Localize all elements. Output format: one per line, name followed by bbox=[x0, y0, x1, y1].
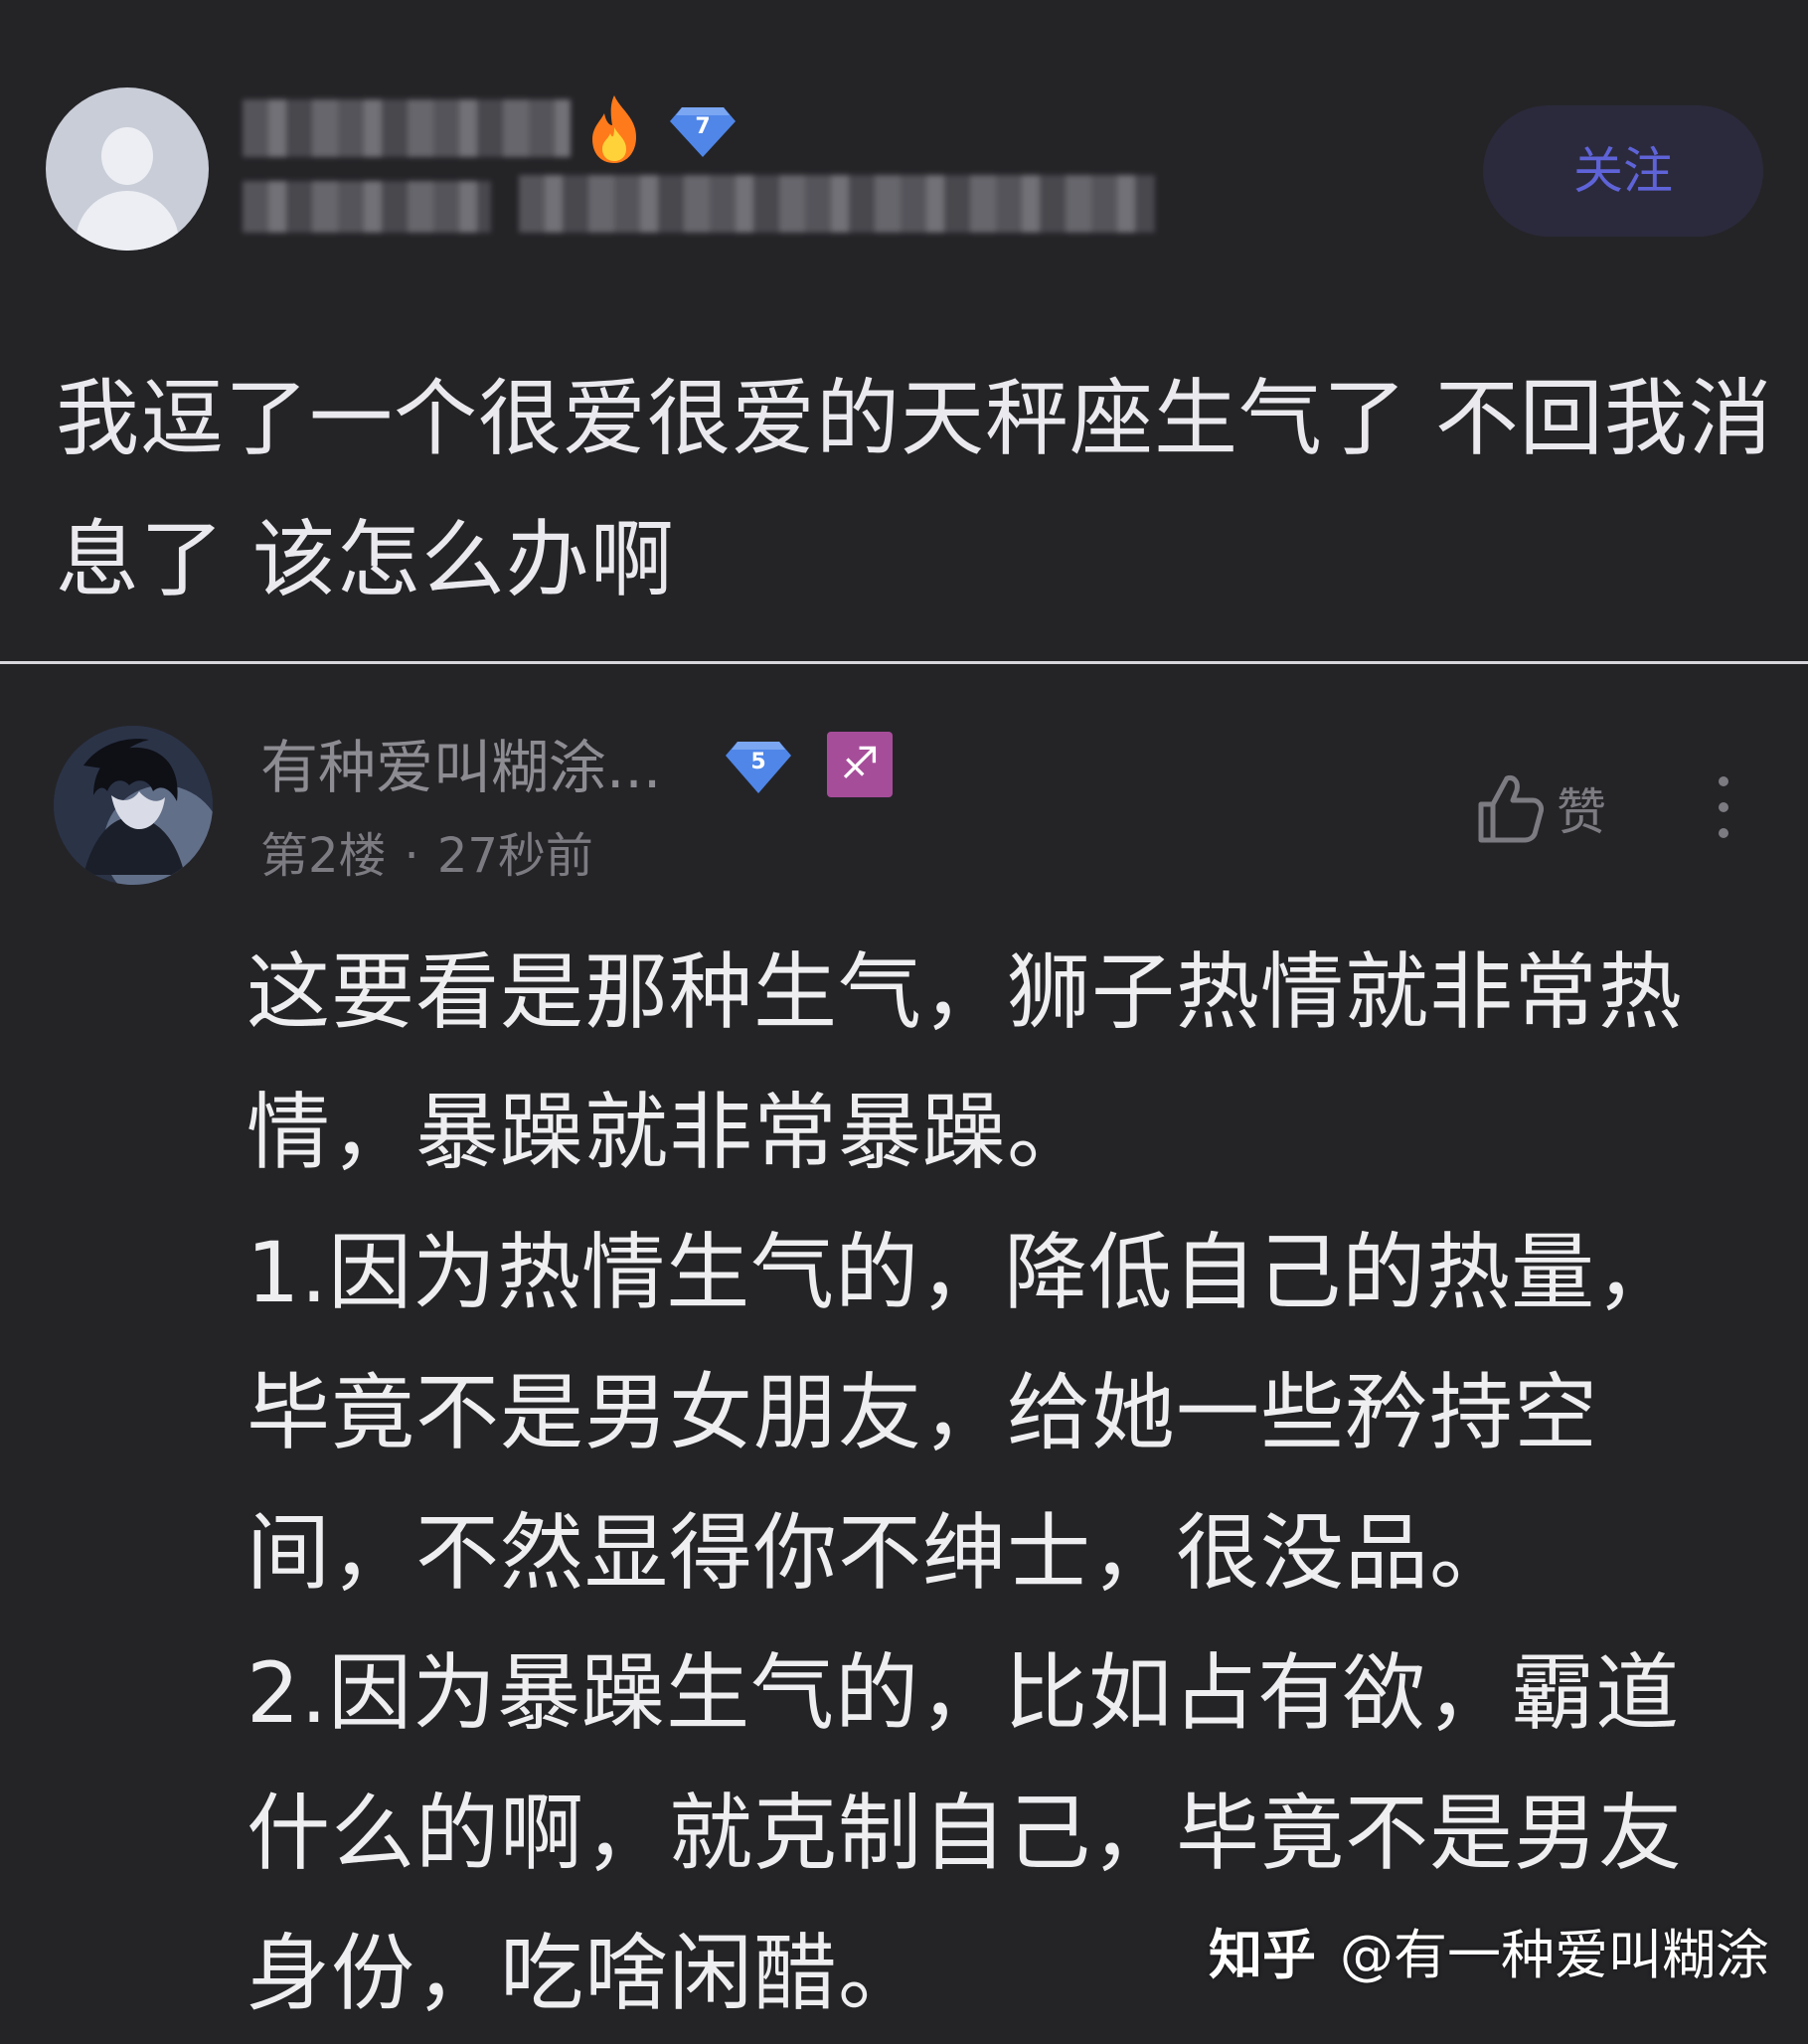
avatar-head-shape bbox=[101, 127, 153, 185]
watermark-handle: @有一种爱叫糊涂 bbox=[1340, 1924, 1769, 1986]
reply-line: 间，不然显得你不绅士，很没品。 bbox=[247, 1504, 1515, 1602]
more-vertical-icon bbox=[1719, 776, 1728, 838]
reply-user-level-badge: 5 bbox=[724, 738, 793, 795]
reply-meta: 第2楼 · 27秒前 bbox=[260, 823, 593, 889]
post-author-avatar[interactable] bbox=[46, 87, 209, 251]
fire-icon bbox=[586, 93, 642, 165]
reply-username[interactable]: 有种爱叫糊涂... bbox=[260, 730, 661, 805]
more-options-button[interactable] bbox=[1704, 767, 1743, 847]
reply-line: 这要看是那种生气，狮子热情就非常热 bbox=[247, 943, 1684, 1041]
reply-line: 毕竟不是男女朋友，给她一些矜持空 bbox=[247, 1364, 1599, 1461]
zhihu-watermark: 知乎 @有一种爱叫糊涂 bbox=[1209, 1921, 1769, 1990]
author-level-badge: 7 bbox=[668, 103, 738, 159]
like-label: 赞 bbox=[1557, 783, 1606, 841]
watermark-brand: 知乎 bbox=[1209, 1924, 1316, 1986]
avatar-body-shape bbox=[76, 191, 179, 251]
reply-floor: 第2楼 bbox=[260, 828, 387, 884]
post-author-info-redacted bbox=[243, 181, 491, 233]
meta-separator: · bbox=[404, 828, 419, 884]
section-divider bbox=[0, 661, 1808, 664]
reply-line: 2.因为暴躁生气的，比如占有欲，霸道 bbox=[247, 1644, 1681, 1742]
thumbs-up-icon bbox=[1478, 775, 1544, 843]
reply-line: 1.因为热情生气的，降低自己的热量， bbox=[247, 1224, 1681, 1321]
reply-user-level-number: 5 bbox=[750, 750, 765, 774]
reply-line: 情，暴躁就非常暴躁。 bbox=[247, 1084, 1092, 1181]
reply-text: 这要看是那种生气，狮子热情就非常热 情，暴躁就非常暴躁。 1.因为热情生气的，降… bbox=[247, 923, 1782, 2044]
reply-author-avatar[interactable] bbox=[54, 726, 213, 885]
post-author-name-redacted bbox=[243, 99, 571, 157]
reply-line: 什么的啊，就克制自己，毕竟不是男友 bbox=[247, 1785, 1684, 1882]
reply-time: 27秒前 bbox=[436, 828, 593, 884]
sagittarius-icon: ♐ bbox=[827, 732, 893, 797]
like-button[interactable]: 赞 bbox=[1475, 764, 1606, 853]
follow-button[interactable]: 关注 bbox=[1483, 105, 1763, 237]
author-level-number: 7 bbox=[695, 114, 710, 139]
post-text: 我逗了一个很爱很爱的天秤座生气了 不回我消息了 该怎么办啊 bbox=[56, 370, 1773, 608]
post-author-meta-redacted bbox=[519, 175, 1155, 233]
post-header: 7 关注 bbox=[0, 0, 1808, 298]
